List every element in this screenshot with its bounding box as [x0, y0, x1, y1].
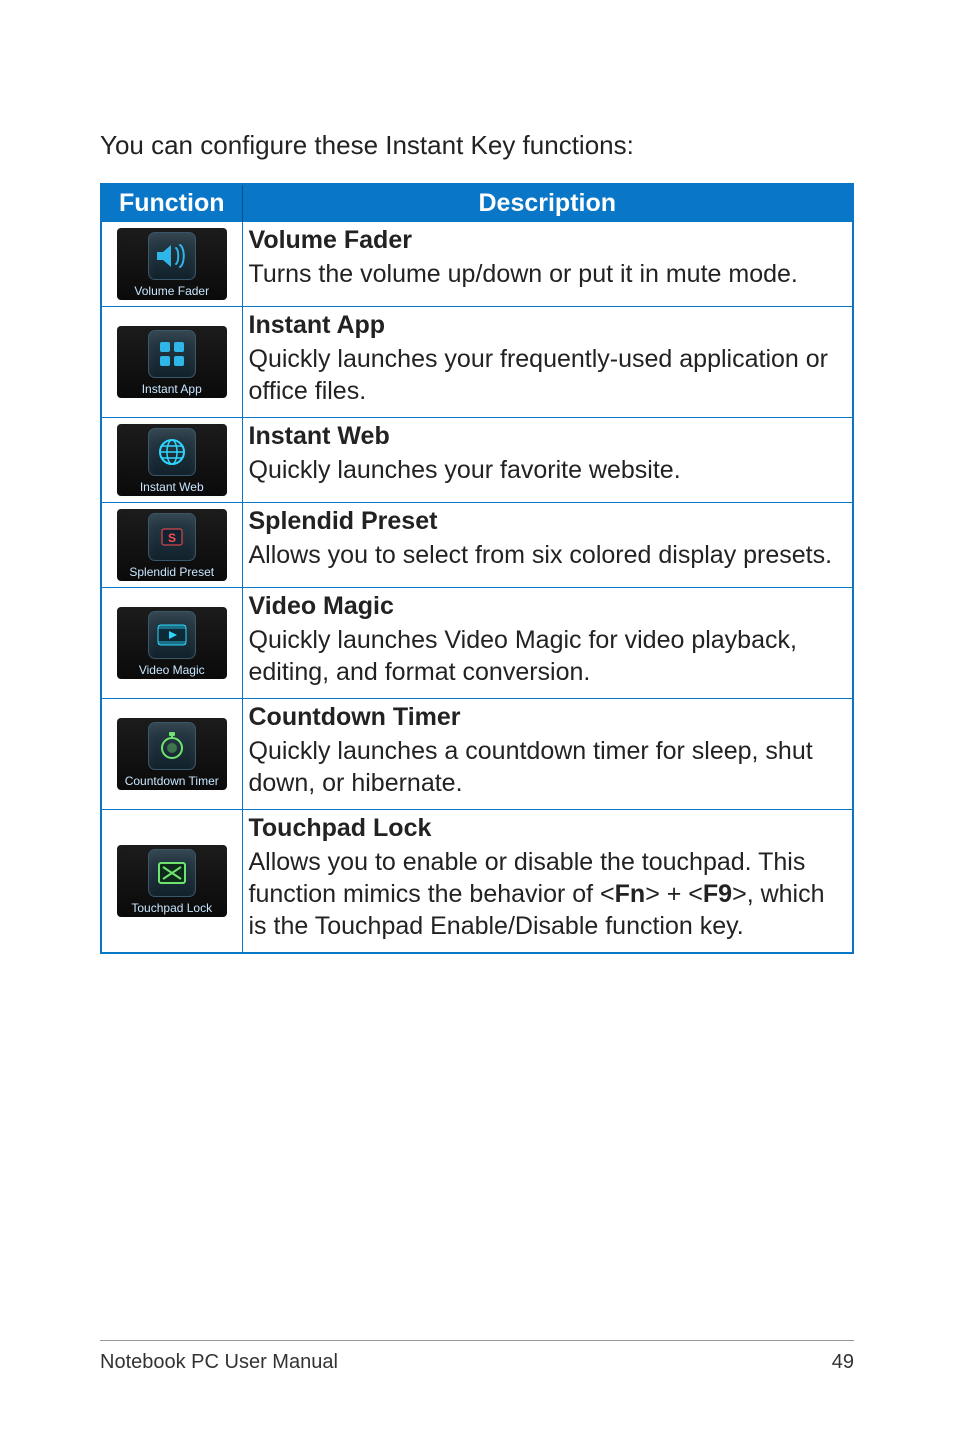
function-icon-cell: Countdown Timer [102, 699, 242, 810]
function-icon-cell: Instant Web [102, 418, 242, 503]
tile-label: Video Magic [139, 663, 205, 677]
table-row: Instant Web Instant Web Quickly launches… [102, 418, 852, 503]
globe-icon [148, 428, 196, 476]
tile-instant-app: Instant App [117, 326, 227, 398]
row-title: Instant App [249, 309, 847, 341]
description-cell: Touchpad Lock Allows you to enable or di… [242, 810, 852, 953]
row-title: Touchpad Lock [249, 812, 847, 844]
svg-text:S: S [168, 531, 176, 545]
row-title: Instant Web [249, 420, 847, 452]
row-body: Quickly launches a countdown timer for s… [249, 737, 813, 797]
table-row: Touchpad Lock Touchpad Lock Allows you t… [102, 810, 852, 953]
function-icon-cell: S Splendid Preset [102, 503, 242, 588]
description-cell: Splendid Preset Allows you to select fro… [242, 503, 852, 588]
tile-volume-fader: Volume Fader [117, 228, 227, 300]
function-icon-cell: Video Magic [102, 588, 242, 699]
description-cell: Countdown Timer Quickly launches a count… [242, 699, 852, 810]
footer-title: Notebook PC User Manual [100, 1351, 338, 1374]
function-icon-cell: Volume Fader [102, 222, 242, 307]
tile-label: Touchpad Lock [131, 901, 212, 915]
description-cell: Volume Fader Turns the volume up/down or… [242, 222, 852, 307]
table-row: Volume Fader Volume Fader Turns the volu… [102, 222, 852, 307]
table-header-row: Function Description [102, 185, 852, 222]
tile-label: Instant App [142, 382, 202, 396]
row-body: Allows you to enable or disable the touc… [249, 848, 825, 940]
function-icon-cell: Touchpad Lock [102, 810, 242, 953]
key-f9: F9 [703, 880, 732, 908]
body-mid: > + < [645, 880, 703, 908]
tile-splendid-preset: S Splendid Preset [117, 509, 227, 581]
page-number: 49 [832, 1351, 854, 1374]
header-function: Function [102, 185, 242, 222]
tile-instant-web: Instant Web [117, 424, 227, 496]
row-body: Quickly launches Video Magic for video p… [249, 626, 797, 686]
key-fn: Fn [615, 880, 646, 908]
row-title: Volume Fader [249, 224, 847, 256]
apps-icon [148, 330, 196, 378]
intro-text: You can configure these Instant Key func… [100, 130, 854, 161]
tile-label: Instant Web [140, 480, 204, 494]
table-row: Countdown Timer Countdown Timer Quickly … [102, 699, 852, 810]
description-cell: Instant App Quickly launches your freque… [242, 307, 852, 418]
page-footer: Notebook PC User Manual 49 [100, 1340, 854, 1374]
timer-icon [148, 722, 196, 770]
description-cell: Instant Web Quickly launches your favori… [242, 418, 852, 503]
table-row: Video Magic Video Magic Quickly launches… [102, 588, 852, 699]
row-body: Turns the volume up/down or put it in mu… [249, 260, 798, 288]
tile-label: Volume Fader [134, 284, 209, 298]
page: You can configure these Instant Key func… [0, 0, 954, 1438]
video-icon [148, 611, 196, 659]
table-row: S Splendid Preset Splendid Preset Allows… [102, 503, 852, 588]
tile-label: Splendid Preset [129, 565, 214, 579]
row-title: Countdown Timer [249, 701, 847, 733]
header-description: Description [242, 185, 852, 222]
row-body: Allows you to select from six colored di… [249, 541, 833, 569]
tile-touchpad-lock: Touchpad Lock [117, 845, 227, 917]
tile-countdown-timer: Countdown Timer [117, 718, 227, 790]
preset-icon: S [148, 513, 196, 561]
tile-video-magic: Video Magic [117, 607, 227, 679]
touchpad-lock-icon [148, 849, 196, 897]
row-title: Splendid Preset [249, 505, 847, 537]
instant-key-table: Function Description Volume Fader [100, 183, 854, 954]
tile-label: Countdown Timer [125, 774, 219, 788]
description-cell: Video Magic Quickly launches Video Magic… [242, 588, 852, 699]
row-body: Quickly launches your frequently-used ap… [249, 345, 828, 405]
volume-icon [148, 232, 196, 280]
row-body: Quickly launches your favorite website. [249, 456, 681, 484]
table-row: Instant App Instant App Quickly launches… [102, 307, 852, 418]
functions-table: Function Description Volume Fader [102, 185, 852, 952]
function-icon-cell: Instant App [102, 307, 242, 418]
row-title: Video Magic [249, 590, 847, 622]
